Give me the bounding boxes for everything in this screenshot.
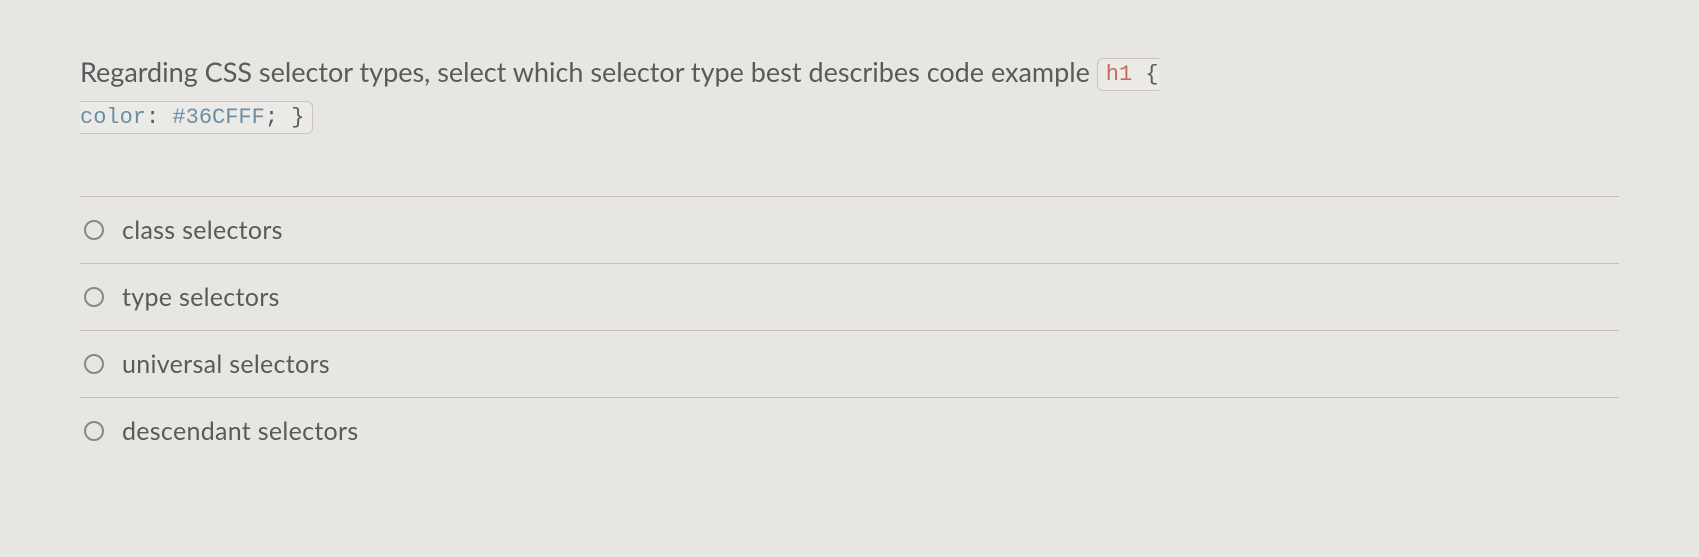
option-label: type selectors: [122, 282, 280, 312]
code-brace-open: {: [1132, 62, 1158, 87]
radio-icon: [84, 354, 104, 374]
code-property: color: [80, 105, 146, 130]
answer-options: class selectors type selectors universal…: [80, 196, 1619, 458]
option-label: universal selectors: [122, 349, 330, 379]
question-prompt: Regarding CSS selector types, select whi…: [80, 50, 1619, 136]
option-label: descendant selectors: [122, 416, 358, 446]
radio-icon: [84, 287, 104, 307]
quiz-question: Regarding CSS selector types, select whi…: [80, 50, 1619, 458]
option-label: class selectors: [122, 215, 283, 245]
question-prefix-text: Regarding CSS selector types, select whi…: [80, 55, 1090, 88]
option-class-selectors[interactable]: class selectors: [80, 196, 1619, 263]
option-descendant-selectors[interactable]: descendant selectors: [80, 397, 1619, 458]
radio-icon: [84, 220, 104, 240]
option-type-selectors[interactable]: type selectors: [80, 263, 1619, 330]
radio-icon: [84, 421, 104, 441]
option-universal-selectors[interactable]: universal selectors: [80, 330, 1619, 397]
code-after: ; }: [265, 105, 305, 130]
code-value: #36CFFF: [172, 105, 264, 130]
code-selector: h1: [1106, 62, 1132, 87]
code-colon: :: [146, 105, 172, 130]
